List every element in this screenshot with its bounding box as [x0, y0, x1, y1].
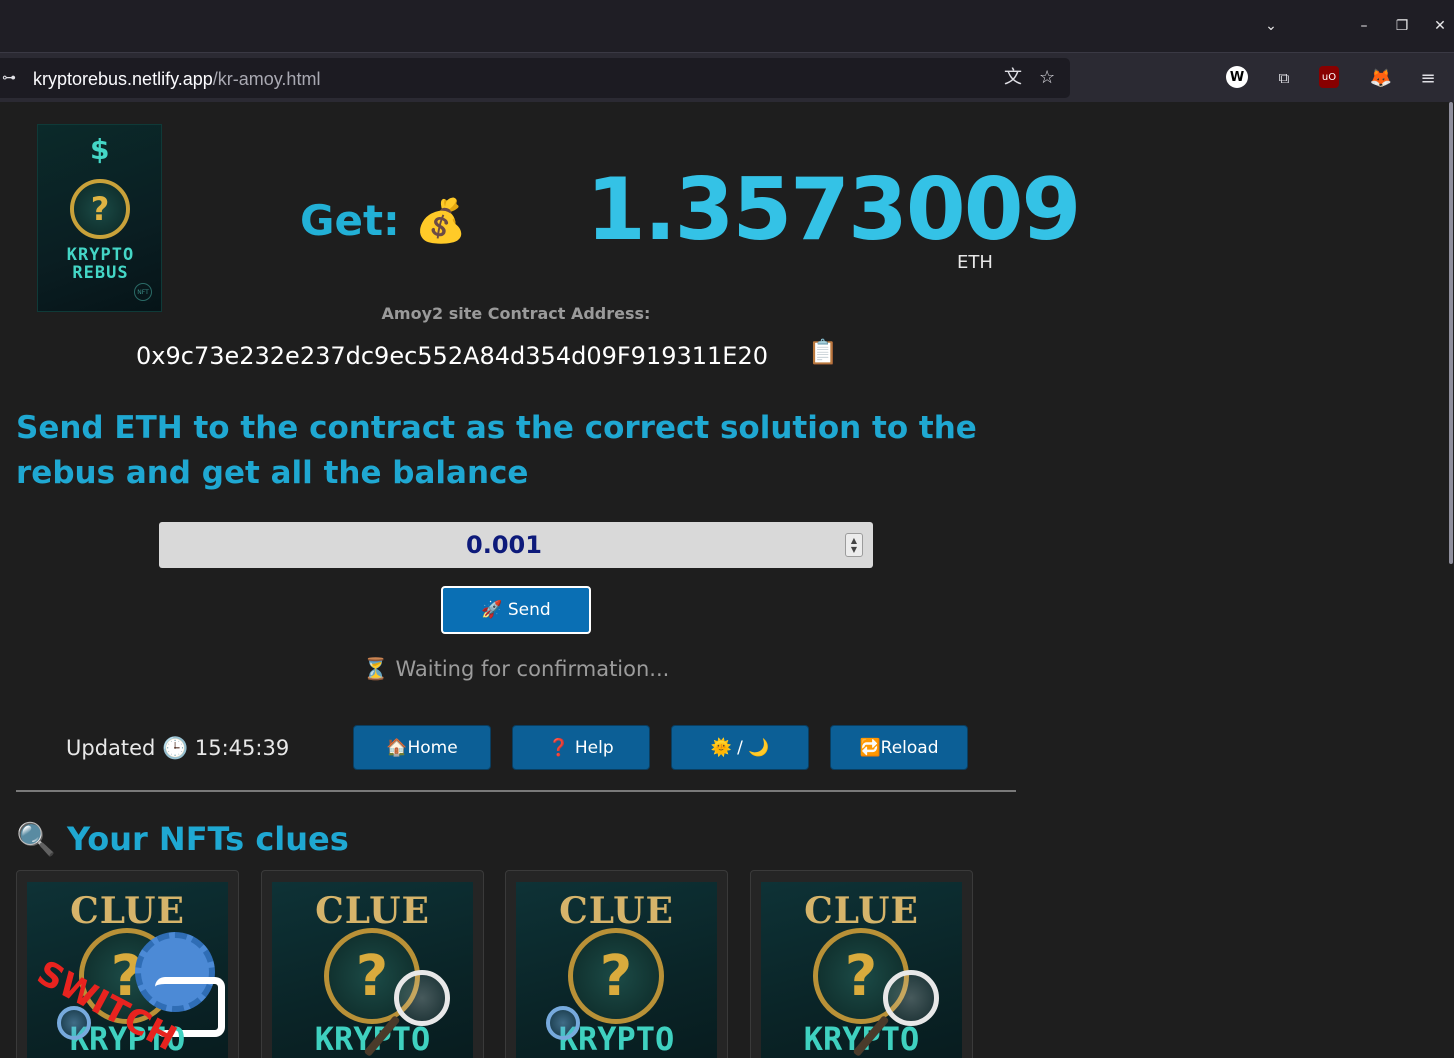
nft-clue-title: CLUE — [804, 890, 919, 932]
spinner-up-icon[interactable]: ▲ — [851, 536, 857, 545]
nft-card[interactable]: CLUE ? KRYPTO — [505, 870, 728, 1058]
nft-clue-image[interactable]: CLUE ? KRYPTO — [272, 882, 473, 1058]
logo-line1: KRYPTO — [66, 245, 135, 265]
dollar-glyph-icon: $ — [90, 133, 110, 166]
menu-hamburger-icon[interactable]: ≡ — [1416, 66, 1440, 90]
url-host: kryptorebus.netlify.app — [33, 69, 213, 89]
bookmark-star-icon[interactable]: ☆ — [1039, 68, 1055, 88]
prize-label: Get: 💰 — [300, 196, 467, 246]
nft-card[interactable]: CLUE ? KRYPTO — [261, 870, 484, 1058]
logo-line2: REBUS — [72, 263, 129, 283]
prize-label-text: Get: — [300, 196, 400, 245]
eth-amount-value[interactable]: 0.001 — [159, 522, 849, 568]
nft-section-heading: 🔍 Your NFTs clues — [16, 820, 349, 858]
section-divider — [16, 790, 1016, 792]
updated-timestamp: Updated 🕒 15:45:39 — [66, 736, 290, 760]
contract-label: Amoy2 site Contract Address: — [381, 304, 651, 323]
help-button[interactable]: ❓ Help — [512, 725, 650, 770]
logo-coin: ? — [70, 179, 130, 239]
prize-amount: 1.3573009 — [586, 160, 1081, 260]
number-spinner[interactable]: ▲ ▼ — [845, 533, 863, 557]
nft-card[interactable]: CLUE ? KRYPTO — [750, 870, 973, 1058]
wikipedia-extension-icon[interactable]: W — [1226, 66, 1248, 88]
magnifier-icon — [883, 970, 939, 1026]
nft-badge: NFT — [134, 283, 152, 301]
magnifier-icon — [394, 970, 450, 1026]
money-bag-icon: 💰 — [414, 196, 467, 245]
nft-clue-title: CLUE — [315, 890, 430, 932]
scroll-thumb[interactable] — [1449, 102, 1453, 564]
metamask-fox-icon[interactable]: 🦊 — [1369, 66, 1393, 90]
browser-navbar: ⊶ kryptorebus.netlify.app/kr-amoy.html 文… — [0, 52, 1454, 102]
tab-list-chevron-icon[interactable]: ⌄ — [1257, 12, 1285, 40]
magnifier-icon — [546, 1006, 580, 1040]
nft-clue-image[interactable]: CLUE ? KRYPTO — [516, 882, 717, 1058]
theme-toggle-button[interactable]: 🌞 / 🌙 — [671, 725, 809, 770]
page-scrollbar[interactable] — [1448, 102, 1454, 1058]
transaction-status: ⏳ Waiting for confirmation... — [362, 657, 670, 681]
url-path: /kr-amoy.html — [212, 69, 321, 89]
nft-clue-title: CLUE — [70, 890, 185, 932]
nft-clue-title: CLUE — [559, 890, 674, 932]
translate-icon[interactable]: 文 — [1004, 68, 1022, 88]
close-icon[interactable]: ✕ — [1426, 12, 1454, 40]
contract-address: 0x9c73e232e237dc9ec552A84d354d09F919311E… — [136, 342, 768, 370]
page-content: $ ? KRYPTO REBUS NFT Get: 💰 1.3573009 ET… — [0, 102, 1448, 1058]
maximize-icon[interactable]: ❐ — [1388, 12, 1416, 40]
url-text[interactable]: kryptorebus.netlify.app/kr-amoy.html — [33, 69, 320, 90]
prize-unit: ETH — [957, 252, 993, 273]
extensions-puzzle-icon[interactable]: ⧉ — [1272, 66, 1296, 90]
nft-clue-image[interactable]: CLUE ? KRYPTO SWITCH — [27, 882, 228, 1058]
home-button[interactable]: 🏠Home — [353, 725, 491, 770]
nft-card[interactable]: CLUE ? KRYPTO SWITCH — [16, 870, 239, 1058]
question-coin-icon: ? — [568, 928, 664, 1024]
clipboard-copy-icon[interactable]: 📋 — [808, 338, 838, 366]
spinner-down-icon[interactable]: ▼ — [851, 545, 857, 554]
eth-amount-input[interactable]: 0.001 ▲ ▼ — [159, 522, 873, 568]
url-bar[interactable]: ⊶ kryptorebus.netlify.app/kr-amoy.html 文… — [0, 58, 1070, 98]
ublock-origin-icon[interactable]: uO — [1319, 66, 1339, 88]
nft-clue-image[interactable]: CLUE ? KRYPTO — [761, 882, 962, 1058]
page-headline: Send ETH to the contract as the correct … — [16, 410, 977, 491]
reload-button[interactable]: 🔁Reload — [830, 725, 968, 770]
minimize-icon[interactable]: – — [1350, 12, 1378, 40]
krypto-rebus-logo: $ ? KRYPTO REBUS NFT — [37, 124, 162, 312]
browser-titlebar: ⌄ – ❐ ✕ — [0, 0, 1454, 52]
site-info-icon[interactable]: ⊶ — [2, 68, 16, 88]
send-button[interactable]: 🚀 Send — [441, 586, 591, 634]
